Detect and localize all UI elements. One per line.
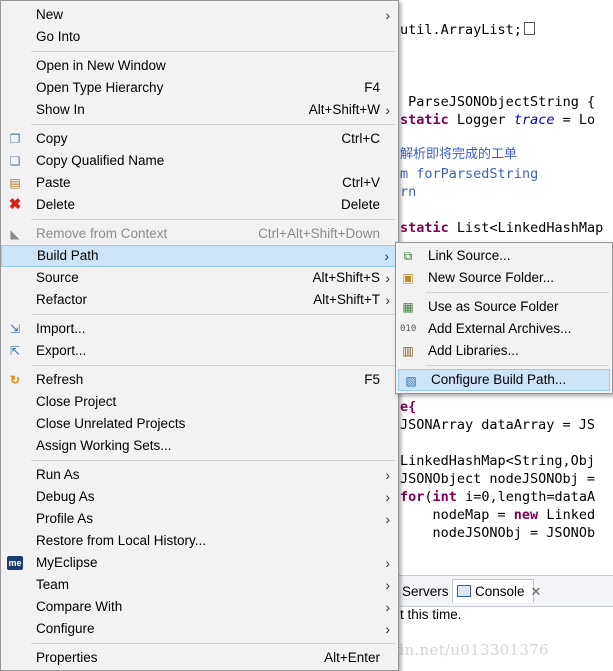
menu-item-source[interactable]: Source Alt+Shift+S › xyxy=(1,267,398,289)
code-line-nodemap: nodeMap = new Linked xyxy=(432,507,596,523)
link-source-icon: ⧉ xyxy=(403,249,413,263)
submenu-item-add-libraries[interactable]: ▥ Add Libraries... xyxy=(396,340,612,362)
submenu-arrow-icon: › xyxy=(385,467,390,483)
code-line-try: e{ xyxy=(400,399,417,415)
submenu-arrow-icon: › xyxy=(385,489,390,505)
menu-separator xyxy=(31,460,395,461)
code-line-nodejson: nodeJSONObj = JSONOb xyxy=(432,525,596,541)
refresh-icon: ↻ xyxy=(9,373,21,387)
menu-item-build-path[interactable]: Build Path › xyxy=(1,245,398,267)
menu-item-myeclipse[interactable]: me MyEclipse › xyxy=(1,552,398,574)
code-line-param: m forParsedString xyxy=(400,166,539,182)
submenu-arrow-icon: › xyxy=(385,621,390,637)
submenu-arrow-icon: › xyxy=(384,248,389,264)
code-line-import: util.ArrayList; xyxy=(400,21,535,39)
code-line-method: static List<LinkedHashMap xyxy=(400,220,604,236)
submenu-arrow-icon: › xyxy=(385,599,390,615)
code-line-for: for(int i=0,length=dataA xyxy=(400,489,596,505)
copy-icon: ❐ xyxy=(9,132,21,146)
submenu-arrow-icon: › xyxy=(385,7,390,23)
menu-item-restore-local-history[interactable]: Restore from Local History... xyxy=(1,530,398,552)
external-archive-icon: 010 xyxy=(400,324,417,334)
submenu-arrow-icon: › xyxy=(385,577,390,593)
code-line-comment: 解析即将完成的工单 xyxy=(400,147,518,162)
import-icon: ⇲ xyxy=(9,322,21,336)
paste-icon: ▤ xyxy=(9,176,21,190)
menu-item-profile-as[interactable]: Profile As › xyxy=(1,508,398,530)
export-icon: ⇱ xyxy=(9,344,21,358)
menu-item-import[interactable]: ⇲ Import... xyxy=(1,318,398,340)
build-path-submenu: ⧉ Link Source... ▣ New Source Folder... ▦ U… xyxy=(395,242,613,394)
close-icon[interactable]: ✕ xyxy=(531,584,542,599)
menu-item-copy[interactable]: ❐ Copy Ctrl+C xyxy=(1,128,398,150)
tab-servers[interactable]: Servers xyxy=(402,580,449,604)
menu-separator xyxy=(31,643,395,644)
menu-item-configure[interactable]: Configure › xyxy=(1,618,398,640)
menu-item-close-project[interactable]: Close Project xyxy=(1,391,398,413)
menu-separator xyxy=(31,314,395,315)
folded-marker-icon[interactable] xyxy=(523,22,535,35)
submenu-arrow-icon: › xyxy=(385,102,390,118)
menu-item-go-into[interactable]: Go Into xyxy=(1,26,398,48)
myeclipse-icon: me xyxy=(7,556,23,570)
menu-item-run-as[interactable]: Run As › xyxy=(1,464,398,486)
menu-item-debug-as[interactable]: Debug As › xyxy=(1,486,398,508)
menu-separator xyxy=(31,365,395,366)
use-source-folder-icon: ▦ xyxy=(402,300,414,314)
submenu-item-add-external-archives[interactable]: 010 Add External Archives... xyxy=(396,318,612,340)
tab-console[interactable]: Console ✕ xyxy=(452,579,541,603)
submenu-arrow-icon: › xyxy=(385,270,390,286)
menu-item-delete[interactable]: ✖ Delete Delete xyxy=(1,194,398,216)
menu-separator xyxy=(31,219,395,220)
menu-item-refresh[interactable]: ↻ Refresh F5 xyxy=(1,369,398,391)
menu-item-team[interactable]: Team › xyxy=(1,574,398,596)
submenu-item-use-as-source-folder[interactable]: ▦ Use as Source Folder xyxy=(396,296,612,318)
new-source-folder-icon: ▣ xyxy=(402,271,414,285)
code-line-return: rn xyxy=(400,184,417,200)
menu-item-compare-with[interactable]: Compare With › xyxy=(1,596,398,618)
menu-item-new[interactable]: New › xyxy=(1,4,398,26)
submenu-item-configure-build-path[interactable]: ▧ Configure Build Path... xyxy=(398,369,610,391)
menu-item-copy-qualified-name[interactable]: ❏ Copy Qualified Name xyxy=(1,150,398,172)
copy-qualified-icon: ❏ xyxy=(9,154,21,168)
menu-item-open-type-hierarchy[interactable]: Open Type Hierarchy F4 xyxy=(1,77,398,99)
delete-icon: ✖ xyxy=(8,196,22,213)
submenu-arrow-icon: › xyxy=(385,555,390,571)
menu-item-paste[interactable]: ▤ Paste Ctrl+V xyxy=(1,172,398,194)
submenu-item-new-source-folder[interactable]: ▣ New Source Folder... xyxy=(396,267,612,289)
code-line-logger: static Logger trace = Lo xyxy=(400,112,596,128)
submenu-arrow-icon: › xyxy=(385,511,390,527)
code-line-jsonarray: JSONArray dataArray = JS xyxy=(400,417,596,433)
menu-item-show-in[interactable]: Show In Alt+Shift+W › xyxy=(1,99,398,121)
menu-separator xyxy=(31,51,395,52)
menu-item-open-in-new-window[interactable]: Open in New Window xyxy=(1,55,398,77)
console-icon xyxy=(457,585,471,597)
menu-separator xyxy=(426,292,609,293)
add-libraries-icon: ▥ xyxy=(402,344,414,358)
menu-item-refactor[interactable]: Refactor Alt+Shift+T › xyxy=(1,289,398,311)
remove-context-icon: ◣ xyxy=(10,227,20,241)
menu-item-properties[interactable]: Properties Alt+Enter xyxy=(1,647,398,669)
submenu-arrow-icon: › xyxy=(385,292,390,308)
context-menu: New › Go Into Open in New Window Open Typ… xyxy=(0,0,399,671)
configure-build-path-icon: ▧ xyxy=(405,374,417,388)
menu-item-remove-from-context: ◣ Remove from Context Ctrl+Alt+Shift+Down xyxy=(1,223,398,245)
code-line-jsonobject: JSONObject nodeJSONObj = xyxy=(400,471,596,487)
console-message: t this time. xyxy=(400,607,462,622)
code-line-hashmap: LinkedHashMap<String,Obj xyxy=(400,453,596,469)
menu-separator xyxy=(31,124,395,125)
menu-item-assign-working-sets[interactable]: Assign Working Sets... xyxy=(1,435,398,457)
code-line-class: ParseJSONObjectString { xyxy=(408,94,596,110)
menu-item-export[interactable]: ⇱ Export... xyxy=(1,340,398,362)
submenu-item-link-source[interactable]: ⧉ Link Source... xyxy=(396,245,612,267)
menu-separator xyxy=(426,365,609,366)
menu-item-close-unrelated-projects[interactable]: Close Unrelated Projects xyxy=(1,413,398,435)
